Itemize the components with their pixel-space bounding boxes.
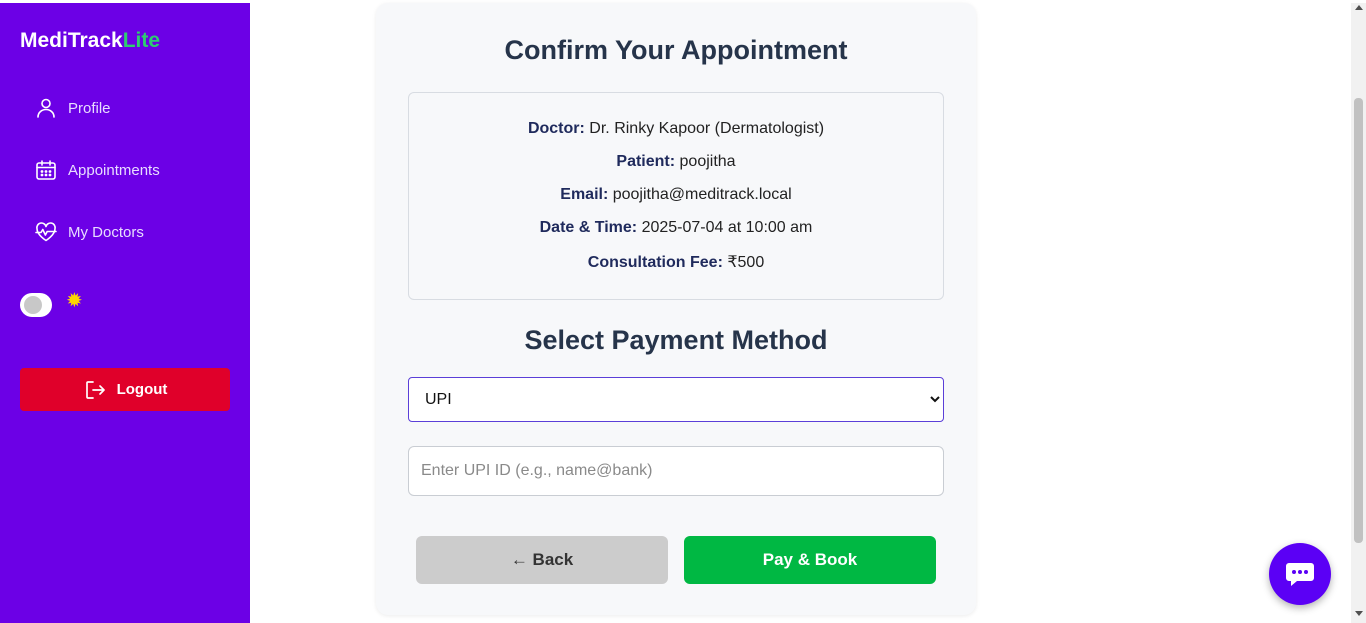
- brand-logo[interactable]: MediTrackLite: [20, 29, 160, 53]
- detail-label: Date & Time:: [539, 219, 638, 236]
- detail-row-doctor: Doctor: Dr. Rinky Kapoor (Dermatologist): [409, 120, 943, 138]
- theme-toggle[interactable]: [20, 293, 52, 317]
- page-scrollbar[interactable]: [1351, 3, 1366, 623]
- scroll-up-arrow-icon[interactable]: [1355, 5, 1363, 10]
- sidebar-item-label: Profile: [68, 99, 111, 117]
- detail-value: ₹500: [727, 254, 765, 271]
- calendar-icon: [36, 160, 56, 180]
- sidebar-item-profile[interactable]: Profile: [34, 93, 111, 123]
- scroll-down-arrow-icon[interactable]: [1355, 611, 1363, 616]
- detail-label: Doctor:: [527, 120, 585, 137]
- detail-label: Patient:: [616, 153, 676, 170]
- pay-and-book-button[interactable]: Pay & Book: [684, 536, 936, 584]
- detail-value: poojitha: [679, 153, 736, 170]
- logout-button[interactable]: Logout: [20, 368, 230, 411]
- brand-name: MediTrack: [20, 29, 123, 52]
- payment-method-select[interactable]: UPI: [408, 377, 944, 422]
- sidebar: MediTrackLite Profile Appointments My Do…: [0, 3, 250, 623]
- detail-row-email: Email: poojitha@meditrack.local: [409, 186, 943, 204]
- detail-row-fee: Consultation Fee: ₹500: [409, 252, 943, 272]
- sidebar-item-label: My Doctors: [68, 223, 144, 241]
- sidebar-item-my-doctors[interactable]: My Doctors: [34, 217, 144, 247]
- detail-row-patient: Patient: poojitha: [409, 153, 943, 171]
- detail-label: Email:: [560, 186, 609, 203]
- sun-icon: ✹: [66, 290, 83, 312]
- sidebar-item-label: Appointments: [68, 161, 160, 179]
- chat-button[interactable]: [1269, 543, 1331, 605]
- brand-suffix: Lite: [122, 29, 161, 52]
- upi-id-input[interactable]: [408, 446, 944, 496]
- scroll-thumb[interactable]: [1354, 98, 1363, 543]
- sidebar-item-appointments[interactable]: Appointments: [34, 155, 160, 185]
- chat-bubble-icon: [1286, 563, 1314, 586]
- detail-value: 2025-07-04 at 10:00 am: [641, 219, 813, 236]
- detail-row-datetime: Date & Time: 2025-07-04 at 10:00 am: [409, 219, 943, 237]
- detail-value: Dr. Rinky Kapoor (Dermatologist): [589, 120, 825, 137]
- back-button[interactable]: ← Back: [416, 536, 668, 584]
- confirm-appointment-card: Confirm Your Appointment Doctor: Dr. Rin…: [376, 3, 976, 615]
- user-icon: [37, 98, 55, 118]
- heart-pulse-icon: [35, 222, 57, 242]
- logout-label: Logout: [116, 381, 168, 398]
- toggle-knob: [24, 296, 42, 314]
- appointment-details: Doctor: Dr. Rinky Kapoor (Dermatologist)…: [408, 92, 944, 300]
- logout-icon: [85, 380, 105, 399]
- detail-label: Consultation Fee:: [587, 254, 723, 271]
- detail-value: poojitha@meditrack.local: [612, 186, 792, 203]
- page-title: Confirm Your Appointment: [504, 35, 848, 65]
- payment-heading: Select Payment Method: [524, 325, 828, 355]
